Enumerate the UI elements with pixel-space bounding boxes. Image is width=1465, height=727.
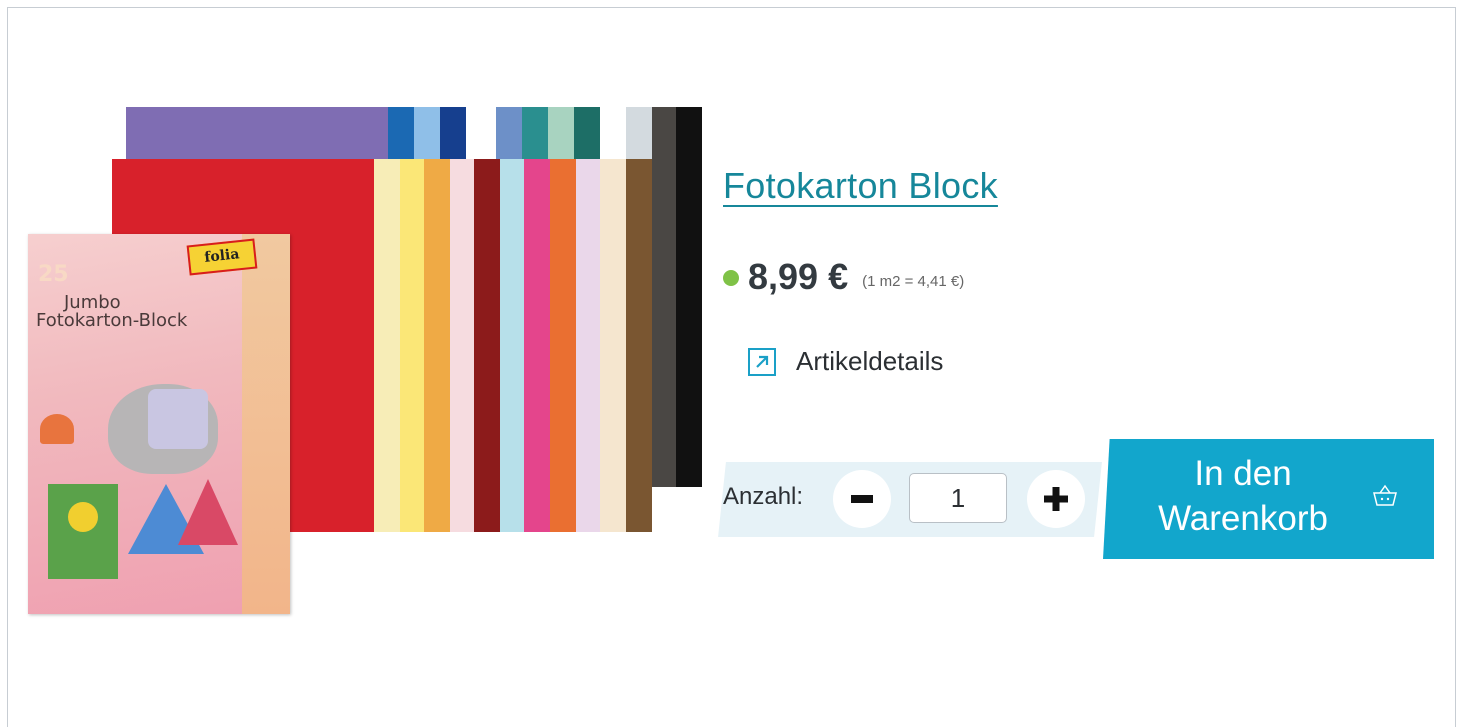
product-packaging: folia 25 Jumbo Fotokarton-Block (28, 234, 290, 614)
front-paper-sheet (450, 159, 474, 532)
quantity-label: Anzahl: (723, 483, 804, 510)
front-paper-sheet (474, 159, 500, 532)
article-details-label: Artikeldetails (796, 346, 944, 376)
plus-icon (1044, 487, 1068, 511)
add-to-cart-button[interactable]: In den Warenkorb (1103, 439, 1434, 559)
add-to-cart-line1: In den (1194, 454, 1292, 493)
packaging-count: 25 (38, 262, 69, 287)
article-details-link[interactable]: Artikeldetails (748, 346, 943, 377)
back-paper-sheet (652, 107, 676, 487)
sunflower-card-decoration (48, 484, 118, 579)
elephant-blanket-decoration (148, 389, 208, 449)
external-arrow-icon (748, 347, 776, 376)
price-row: 8,99 € (1 m2 = 4,41 €) (723, 255, 964, 299)
front-paper-sheet (600, 159, 626, 532)
add-to-cart-line2: Warenkorb (1158, 499, 1328, 538)
packaging-spine (242, 234, 290, 614)
basket-icon (1373, 484, 1397, 506)
sunflower-icon (68, 502, 98, 532)
quantity-input[interactable] (909, 473, 1007, 523)
front-paper-sheet (626, 159, 652, 532)
front-paper-sheet (524, 159, 550, 532)
minus-icon (851, 495, 873, 503)
front-paper-sheet (500, 159, 524, 532)
front-paper-sheet (424, 159, 450, 532)
front-paper-sheet (374, 159, 400, 532)
add-to-cart-label: In den Warenkorb (1143, 451, 1343, 541)
product-image[interactable]: folia 25 Jumbo Fotokarton-Block (20, 100, 702, 620)
front-paper-sheet (550, 159, 576, 532)
price: 8,99 € (748, 256, 849, 297)
availability-dot-icon (723, 270, 739, 286)
decrease-quantity-button[interactable] (833, 470, 891, 528)
packaging-title-line2: Fotokarton-Block (36, 310, 188, 331)
heart-decoration (40, 414, 74, 444)
front-paper-sheet (576, 159, 600, 532)
back-paper-sheet (676, 107, 702, 487)
product-title-link[interactable]: Fotokarton Block (723, 165, 998, 207)
paper-pyramid-red (178, 479, 238, 545)
front-paper-sheet (400, 159, 424, 532)
unit-price: (1 m2 = 4,41 €) (862, 272, 965, 290)
increase-quantity-button[interactable] (1027, 470, 1085, 528)
